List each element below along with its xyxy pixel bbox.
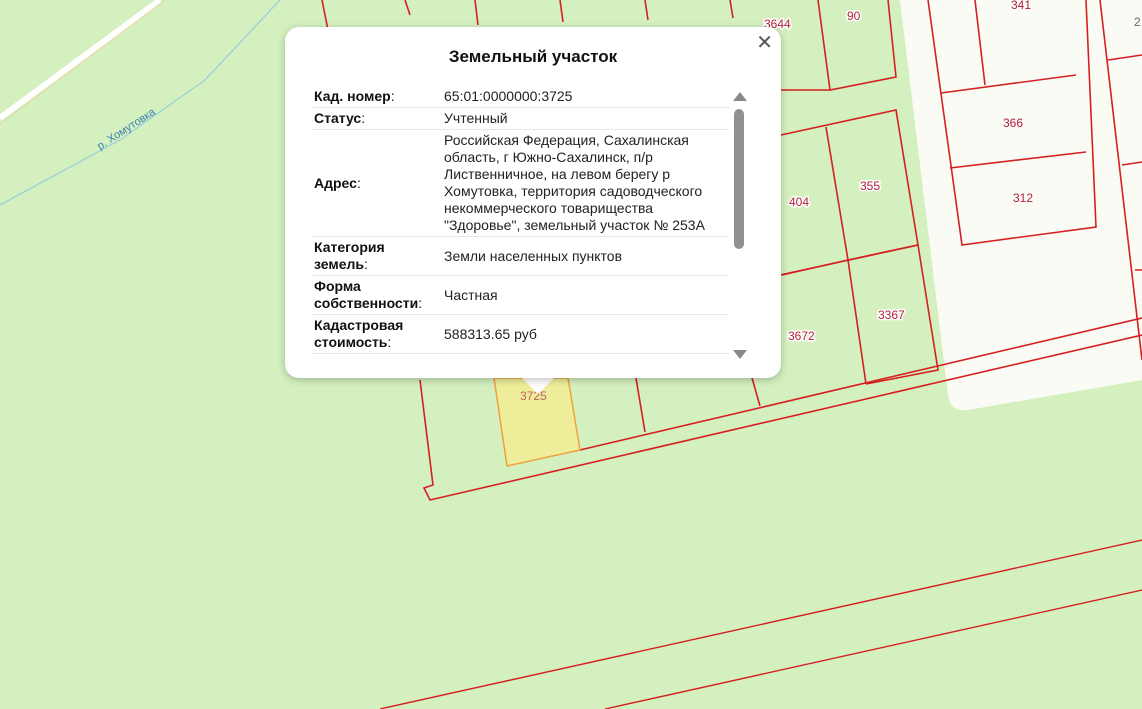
parcel-label[interactable]: 355 (859, 178, 882, 195)
table-row: Статус: Учтенный (312, 108, 729, 130)
table-row: Кадастровая стоимость: 588313.65 руб (312, 315, 729, 354)
parcel-label[interactable]: 3672 (787, 328, 817, 345)
parcel-label[interactable]: 3367 (877, 307, 907, 324)
parcel-label[interactable]: 366 (1003, 116, 1023, 130)
river (0, 0, 281, 206)
row-key: Форма собственности (314, 278, 419, 311)
parcel-label[interactable]: 404 (788, 194, 811, 211)
popup-title: Земельный участок (448, 47, 618, 66)
row-value: 65:01:0000000:3725 (444, 88, 573, 104)
parcel-label[interactable]: 2 (1134, 15, 1141, 29)
scrollbar[interactable] (732, 89, 747, 359)
parcel-label[interactable]: 341 (1011, 0, 1031, 12)
row-value: Земли населенных пунктов (444, 247, 623, 264)
road-edge (0, 0, 166, 125)
scrollbar-thumb[interactable] (734, 109, 744, 249)
scroll-down-icon[interactable] (733, 350, 747, 359)
parcel-info-popup: ✕ Земельный участок Кад. номер: 65:01:000… (285, 27, 781, 378)
row-key: Статус (314, 110, 362, 126)
table-row: Категория земель: Земли населенных пункто… (312, 237, 729, 276)
row-key: Адрес (314, 174, 357, 191)
parcel-label[interactable]: 90 (846, 8, 863, 25)
row-value: Частная (444, 286, 498, 303)
table-row: Форма собственности: Частная (312, 276, 729, 315)
info-table: Кад. номер: 65:01:0000000:3725 Статус: Учт… (312, 86, 729, 356)
table-row: Кад. номер: 65:01:0000000:3725 (312, 86, 729, 108)
popup-pointer (521, 377, 555, 394)
table-row: Адрес: Российская Федерация, Сахалинская … (312, 130, 729, 237)
scroll-up-icon[interactable] (733, 92, 747, 101)
row-value: 588313.65 руб (444, 325, 537, 342)
parcel-label[interactable]: 312 (1013, 191, 1033, 205)
road (0, 0, 162, 121)
row-key: Кад. номер (314, 88, 391, 104)
row-value: Российская Федерация, Сахалинская област… (444, 132, 705, 233)
row-value: Учтенный (444, 110, 508, 126)
row-key: Категория земель (314, 239, 385, 272)
river-label: р. Хомутовка (95, 106, 158, 153)
